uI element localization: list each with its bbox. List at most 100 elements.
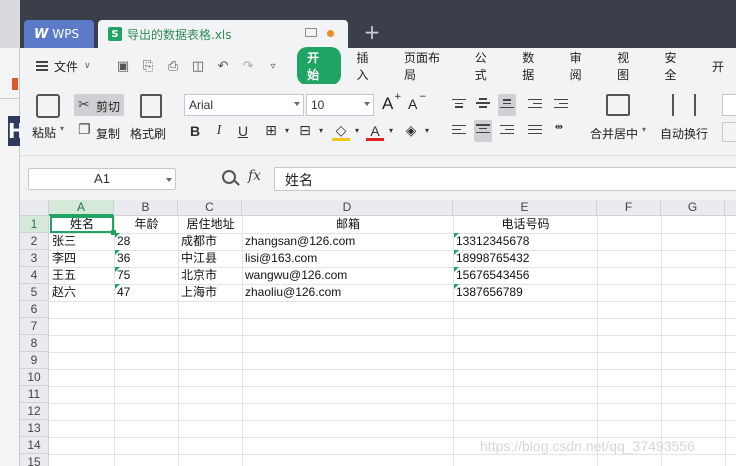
underline-button[interactable]: U (234, 121, 252, 141)
tab-data[interactable]: 数据 (510, 49, 557, 83)
cell-e5[interactable]: 1387656789 (454, 284, 597, 301)
fx-icon[interactable]: fx (248, 168, 261, 184)
row-header[interactable]: 15 (20, 454, 49, 466)
format-painter-button[interactable]: 格式刷 (130, 125, 166, 142)
row-header[interactable]: 7 (20, 318, 49, 335)
cell-e2[interactable]: 13312345678 (454, 233, 597, 250)
tab-security[interactable]: 安全 (653, 49, 700, 83)
font-color-dropdown-icon[interactable]: ▾ (382, 121, 400, 141)
cell-b5[interactable]: 47 (115, 284, 178, 301)
tab-developer[interactable]: 开 (700, 58, 736, 75)
cell-d1[interactable]: 邮箱 (243, 216, 453, 233)
tab-insert[interactable]: 插入 (345, 49, 392, 83)
tab-review[interactable]: 审阅 (558, 49, 605, 83)
undo-icon[interactable]: ↶ (215, 59, 231, 74)
row-header[interactable]: 12 (20, 403, 49, 420)
tab-home[interactable]: 开始 (297, 47, 341, 85)
align-top-button[interactable] (450, 96, 468, 114)
row-header[interactable]: 10 (20, 369, 49, 386)
bold-button[interactable]: B (186, 121, 204, 141)
tab-view[interactable]: 视图 (605, 49, 652, 83)
row-header[interactable]: 3 (20, 250, 49, 267)
row-header[interactable]: 4 (20, 267, 49, 284)
column-header-c[interactable]: C (178, 200, 242, 216)
cell-a3[interactable]: 李四 (50, 250, 114, 267)
cell-d3[interactable]: lisi@163.com (243, 250, 453, 267)
spreadsheet-grid[interactable]: A B C D E F G 1 2 3 4 5 6 7 8 9 10 11 12… (20, 200, 736, 466)
cell-b4[interactable]: 75 (115, 267, 178, 284)
row-header[interactable]: 5 (20, 284, 49, 301)
cell-a1[interactable]: 姓名 (50, 216, 114, 233)
row-header[interactable]: 9 (20, 352, 49, 369)
merge-center-button[interactable]: 合并居中 (590, 125, 638, 142)
paste-icon[interactable] (36, 94, 60, 118)
grow-font-button[interactable]: A (382, 94, 393, 114)
justify-button[interactable] (526, 122, 544, 140)
lookup-icon[interactable] (222, 170, 236, 184)
cell-d4[interactable]: wangwu@126.com (243, 267, 453, 284)
cell-a5[interactable]: 赵六 (50, 284, 114, 301)
print-preview-icon[interactable]: ◫ (190, 59, 206, 74)
increase-indent-button[interactable] (552, 96, 570, 114)
select-all-corner[interactable] (20, 200, 49, 216)
tab-wps-home[interactable]: W WPS (24, 20, 94, 48)
wrap-text-button[interactable]: 自动换行 (660, 125, 708, 142)
column-header-h[interactable] (725, 200, 736, 216)
cell-e4[interactable]: 15676543456 (454, 267, 597, 284)
cell-c5[interactable]: 上海市 (179, 284, 242, 301)
column-header-e[interactable]: E (453, 200, 597, 216)
italic-button[interactable]: I (210, 121, 228, 141)
font-name-select[interactable]: Arial (184, 94, 304, 116)
copy-button[interactable]: 复制 (96, 125, 120, 142)
cell-b1[interactable]: 年龄 (115, 216, 178, 233)
column-header-a[interactable]: A (49, 200, 114, 216)
row-header[interactable]: 8 (20, 335, 49, 352)
distributed-button[interactable]: ⇹ (550, 122, 568, 140)
save-icon[interactable]: ▣ (115, 59, 131, 74)
row-header[interactable]: 2 (20, 233, 49, 250)
cell-c4[interactable]: 北京市 (179, 267, 242, 284)
number-format-select-edge[interactable] (722, 94, 736, 116)
cell-c3[interactable]: 中江县 (179, 250, 242, 267)
customize-chevron-icon[interactable]: ▿ (265, 61, 281, 72)
align-center-button[interactable] (474, 120, 492, 142)
column-header-b[interactable]: B (114, 200, 178, 216)
cell-b2[interactable]: 28 (115, 233, 178, 250)
row-header[interactable]: 13 (20, 420, 49, 437)
fill-style-dropdown-icon[interactable]: ▾ (312, 121, 330, 141)
name-box[interactable]: A1 (28, 168, 176, 190)
row-header[interactable]: 11 (20, 386, 49, 403)
align-right-button[interactable] (498, 122, 516, 140)
cell-d5[interactable]: zhaoliu@126.com (243, 284, 453, 301)
cell-c2[interactable]: 成都市 (179, 233, 242, 250)
column-header-d[interactable]: D (242, 200, 453, 216)
align-left-button[interactable] (450, 122, 468, 140)
cell-c1[interactable]: 居住地址 (179, 216, 242, 233)
borders-dropdown-icon[interactable]: ▾ (278, 121, 296, 141)
row-header[interactable]: 14 (20, 437, 49, 454)
tab-formulas[interactable]: 公式 (463, 49, 510, 83)
paste-button[interactable]: 粘贴 (32, 124, 56, 141)
cell-d2[interactable]: zhangsan@126.com (243, 233, 453, 250)
monitor-icon[interactable] (305, 28, 317, 37)
cell-b3[interactable]: 36 (115, 250, 178, 267)
tab-page-layout[interactable]: 页面布局 (392, 49, 463, 83)
align-middle-button[interactable] (474, 96, 492, 114)
cell-a4[interactable]: 王五 (50, 267, 114, 284)
row-header[interactable]: 1 (20, 216, 49, 233)
clear-format-dropdown-icon[interactable]: ▾ (418, 121, 436, 141)
redo-icon[interactable]: ↷ (240, 59, 256, 74)
font-size-select[interactable]: 10 (306, 94, 374, 116)
align-bottom-button[interactable] (498, 94, 516, 116)
column-header-g[interactable]: G (661, 200, 725, 216)
fill-color-dropdown-icon[interactable]: ▾ (348, 121, 366, 141)
number-format-edge-2[interactable] (722, 122, 736, 142)
formula-input[interactable]: 姓名 (274, 167, 736, 191)
cell-e3[interactable]: 18998765432 (454, 250, 597, 267)
cell-e1[interactable]: 电话号码 (454, 216, 597, 233)
file-menu-button[interactable]: 文件 ∨ (20, 58, 115, 75)
print-icon[interactable]: ⎙ (165, 59, 181, 74)
row-header[interactable]: 6 (20, 301, 49, 318)
cell-a2[interactable]: 张三 (50, 233, 114, 250)
column-header-f[interactable]: F (597, 200, 661, 216)
